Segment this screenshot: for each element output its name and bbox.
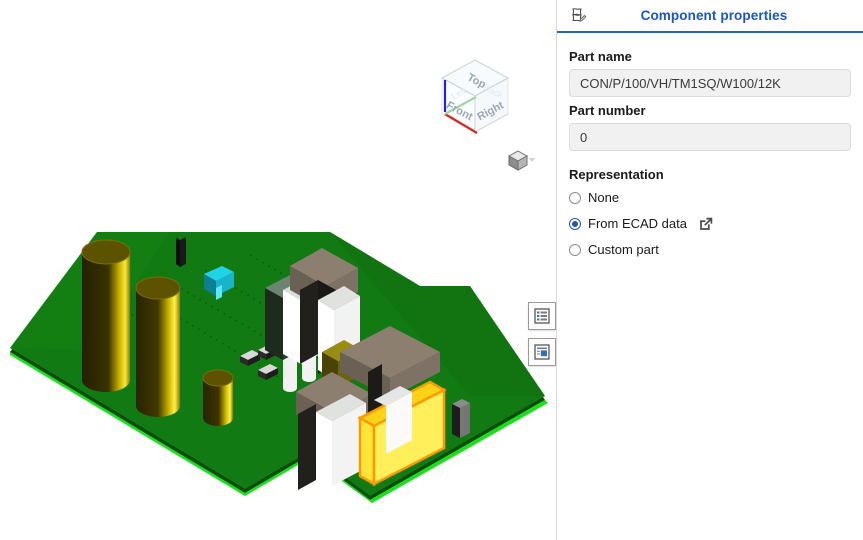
show-properties-panel-button[interactable] bbox=[528, 338, 556, 366]
component-small-right bbox=[452, 399, 470, 438]
part-number-label: Part number bbox=[569, 103, 646, 118]
external-link-icon[interactable] bbox=[699, 217, 713, 231]
representation-option-from-ecad-data[interactable]: From ECAD data bbox=[569, 216, 851, 231]
radio-from-ecad-data[interactable] bbox=[569, 217, 581, 230]
capacitor-c3 bbox=[202, 369, 234, 426]
edit-note-icon bbox=[565, 4, 591, 28]
capacitor-c2 bbox=[135, 276, 181, 417]
representation-option-none[interactable]: None bbox=[569, 190, 851, 205]
list-panel-icon bbox=[534, 308, 550, 324]
chevron-down-icon bbox=[529, 158, 535, 162]
representation-option-custom-part[interactable]: Custom part bbox=[569, 242, 851, 257]
radio-none-label: None bbox=[588, 190, 620, 205]
part-name-field[interactable]: CON/P/100/VH/TM1SQ/W100/12K bbox=[569, 69, 851, 97]
radio-custom-part-label: Custom part bbox=[588, 242, 659, 257]
radio-custom-part[interactable] bbox=[569, 243, 581, 256]
view-cube[interactable]: Top Front Right Left Back bbox=[430, 52, 520, 144]
component-properties-panel: Component properties Part name CON/P/100… bbox=[556, 0, 863, 540]
detail-panel-icon bbox=[534, 344, 550, 360]
3d-model-viewport[interactable]: Top Front Right Left Back bbox=[0, 0, 556, 540]
part-number-field[interactable]: 0 bbox=[569, 123, 851, 151]
representation-label: Representation bbox=[569, 167, 664, 182]
viewport-side-toolbar bbox=[528, 302, 556, 374]
capacitor-c1 bbox=[81, 239, 131, 392]
ecad-component-viewer: Top Front Right Left Back Component prop… bbox=[0, 0, 863, 540]
panel-title: Component properties bbox=[640, 8, 788, 23]
radio-none[interactable] bbox=[569, 191, 581, 204]
panel-body: Part name CON/P/100/VH/TM1SQ/W100/12K Pa… bbox=[557, 33, 863, 257]
radio-from-ecad-data-label: From ECAD data bbox=[588, 216, 687, 231]
panel-header: Component properties bbox=[557, 0, 863, 33]
part-name-label: Part name bbox=[569, 49, 632, 64]
home-view-button[interactable] bbox=[506, 148, 536, 174]
show-structure-panel-button[interactable] bbox=[528, 302, 556, 330]
pin-header bbox=[176, 237, 186, 267]
